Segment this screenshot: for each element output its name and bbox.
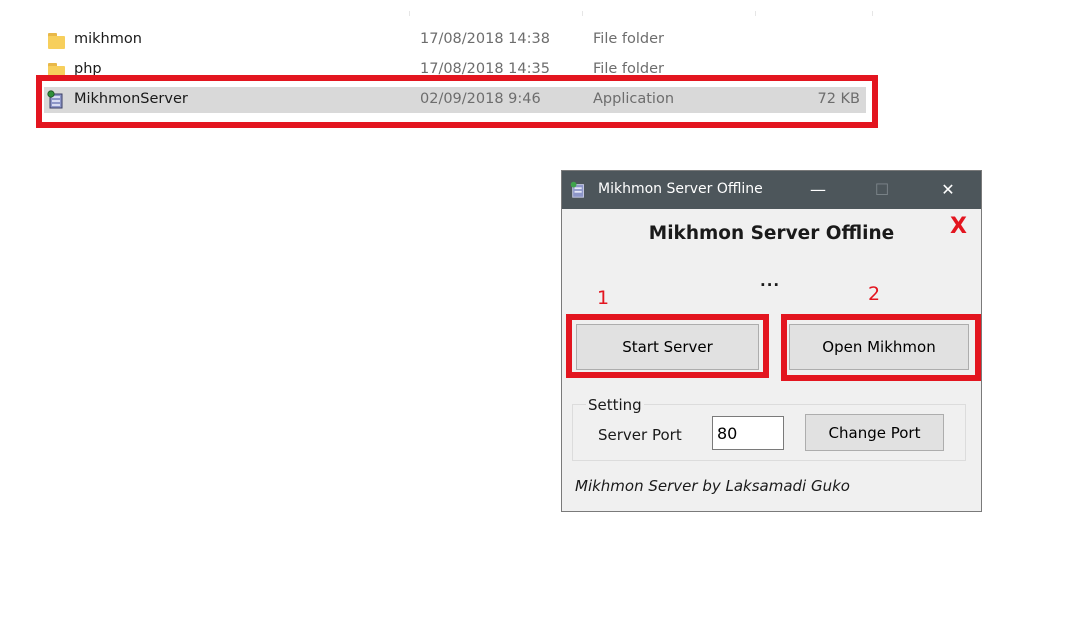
application-icon — [570, 181, 588, 199]
window-heading: Mikhmon Server Offline — [648, 223, 895, 244]
server-port-label: Server Port — [598, 426, 682, 444]
setting-group-label: Setting — [586, 396, 644, 414]
status-text: ... — [760, 272, 781, 290]
minimize-button[interactable]: — — [795, 171, 841, 209]
file-date: 17/08/2018 14:38 — [420, 31, 550, 47]
footer-credit: Mikhmon Server by Laksamadi Guko — [575, 477, 850, 495]
change-port-button[interactable]: Change Port — [805, 414, 944, 451]
window-title: Mikhmon Server Offline — [598, 181, 763, 197]
file-row-mikhmon[interactable]: mikhmon 17/08/2018 14:38 File folder — [44, 27, 866, 53]
window-titlebar[interactable]: Mikhmon Server Offline — ☐ ✕ — [562, 171, 981, 209]
close-annotation-mark: X — [950, 214, 967, 239]
folder-icon — [47, 30, 67, 50]
highlight-box-start-server — [566, 314, 769, 378]
highlight-box-open-mikhmon — [781, 314, 981, 381]
file-type: File folder — [593, 31, 664, 47]
annotation-number-2: 2 — [868, 283, 881, 305]
server-port-input[interactable] — [712, 416, 784, 450]
file-name: mikhmon — [74, 31, 142, 47]
highlight-box-mikhmonserver — [36, 75, 878, 128]
close-button[interactable]: ✕ — [925, 171, 971, 209]
maximize-button: ☐ — [874, 180, 890, 199]
annotation-number-1: 1 — [597, 287, 610, 309]
